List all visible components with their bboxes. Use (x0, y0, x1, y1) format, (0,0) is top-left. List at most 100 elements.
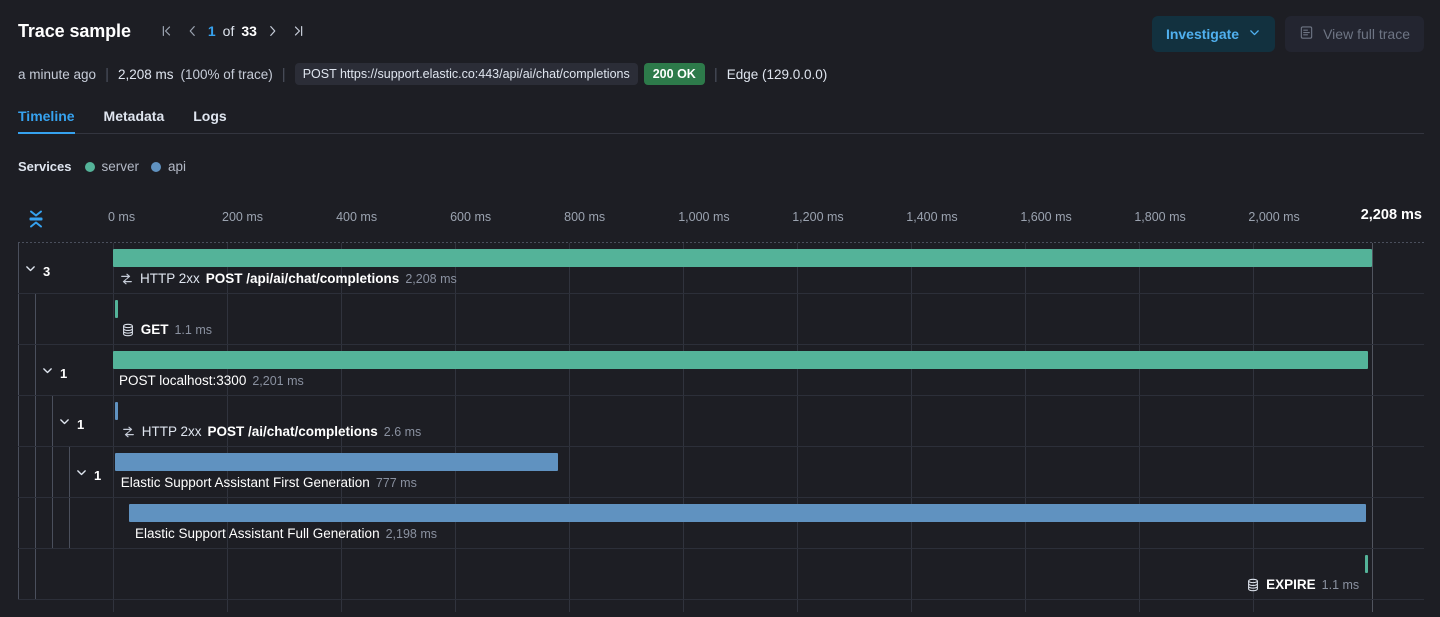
waterfall-chart: 3 HTTP 2xx POST /api/ai/chat/completions 2,… (18, 242, 1424, 612)
pagination: 1 of 33 (153, 18, 312, 44)
child-span-count: 1 (94, 468, 101, 483)
span-name: POST /api/ai/chat/completions (206, 271, 400, 286)
chevron-down-icon (24, 262, 37, 280)
ruler-tick-label: 0 ms (108, 210, 135, 224)
row-label: HTTP 2xxPOST /api/ai/chat/completions2,2… (119, 271, 457, 286)
row-label: HTTP 2xx POST /ai/chat/completions 2.6 ms (121, 424, 422, 439)
row-indent-line (35, 345, 36, 395)
waterfall-row[interactable]: EXPIRE 1.1 ms (18, 549, 1424, 600)
row-indent-line (35, 294, 36, 344)
child-span-count: 1 (60, 366, 67, 381)
span-duration: 1.1 ms (1322, 578, 1360, 592)
database-icon (1246, 578, 1260, 592)
span-duration: 2,198 ms (386, 527, 437, 541)
timeline-ruler: 0 ms200 ms400 ms600 ms800 ms1,000 ms1,20… (0, 200, 1440, 240)
span-duration-bar[interactable] (115, 402, 118, 420)
legend-label-server: server (102, 159, 140, 174)
row-expand-toggle[interactable]: 1 (58, 415, 84, 433)
span-kind: HTTP 2xx (140, 271, 200, 286)
span-name: GET (141, 322, 169, 337)
row-expand-toggle[interactable]: 1 (41, 364, 67, 382)
waterfall-row[interactable]: 3HTTP 2xxPOST /api/ai/chat/completions2,… (18, 243, 1424, 294)
ruler-tick-label: 400 ms (336, 210, 377, 224)
trace-percent-of-trace: (100% of trace) (181, 67, 273, 82)
row-indent-line (18, 243, 19, 293)
span-http-icon (121, 425, 136, 439)
waterfall-row[interactable]: 1 HTTP 2xx POST /ai/chat/completions 2.6 ms (18, 396, 1424, 447)
waterfall-row[interactable]: GET 1.1 ms (18, 294, 1424, 345)
span-name: Elastic Support Assistant Full Generatio… (135, 526, 380, 541)
tab-bar: Timeline Metadata Logs (0, 96, 1440, 134)
title-row: Trace sample 1 of 33 (18, 18, 312, 44)
row-indent-line (52, 447, 53, 497)
services-legend-label: Services (18, 159, 72, 174)
previous-page-button[interactable] (179, 18, 205, 44)
trace-sample-page: Trace sample 1 of 33 (0, 0, 1440, 617)
span-name: POST localhost:3300 (119, 373, 246, 388)
span-name: POST /ai/chat/completions (207, 424, 377, 439)
row-indent-line (69, 498, 70, 548)
span-duration: 2,201 ms (252, 374, 303, 388)
row-indent-line (18, 549, 19, 599)
ruler-tick-label: 1,400 ms (906, 210, 957, 224)
span-duration: 1.1 ms (174, 323, 212, 337)
row-indent-line (35, 549, 36, 599)
pagination-of-label: of (219, 23, 239, 39)
span-duration-bar[interactable] (115, 453, 558, 471)
chevron-down-icon (75, 466, 88, 484)
span-duration-bar[interactable] (115, 300, 118, 318)
chevron-down-icon (1248, 26, 1261, 42)
header: Trace sample 1 of 33 (0, 0, 1440, 96)
span-duration-bar[interactable] (113, 351, 1368, 369)
last-page-button[interactable] (286, 18, 312, 44)
chevron-down-icon (58, 415, 71, 433)
waterfall-row[interactable]: 1 Elastic Support Assistant First Generat… (18, 447, 1424, 498)
span-kind: HTTP 2xx (142, 424, 202, 439)
row-indent-line (69, 447, 70, 497)
waterfall-row[interactable]: 1 POST localhost:3300 2,201 ms (18, 345, 1424, 396)
trace-meta: a minute ago | 2,208 ms (100% of trace) … (18, 63, 827, 85)
tab-timeline[interactable]: Timeline (18, 108, 75, 134)
legend-dot-api (151, 162, 161, 172)
next-page-button[interactable] (260, 18, 286, 44)
ruler-tick-label: 600 ms (450, 210, 491, 224)
row-label: GET 1.1 ms (121, 322, 212, 337)
view-full-trace-button[interactable]: View full trace (1285, 16, 1424, 52)
tab-logs[interactable]: Logs (193, 108, 226, 134)
legend-item-server: server (85, 159, 140, 174)
ruler-tick-label: 1,800 ms (1134, 210, 1185, 224)
row-label: POST localhost:3300 2,201 ms (119, 373, 304, 388)
services-legend: Services server api (18, 159, 198, 174)
span-duration-bar[interactable] (113, 249, 1372, 267)
row-label: EXPIRE 1.1 ms (1246, 577, 1359, 592)
row-indent-line (35, 447, 36, 497)
legend-dot-server (85, 162, 95, 172)
row-label: Elastic Support Assistant First Generati… (121, 475, 417, 490)
row-indent-line (52, 396, 53, 446)
collapse-all-icon[interactable] (22, 205, 50, 233)
row-expand-toggle[interactable]: 1 (75, 466, 101, 484)
meta-divider-3: | (714, 66, 718, 83)
previous-page-icon (185, 24, 199, 38)
ruler-tick-label: 800 ms (564, 210, 605, 224)
view-full-trace-label: View full trace (1323, 26, 1410, 42)
span-duration-bar[interactable] (1365, 555, 1368, 573)
investigate-button[interactable]: Investigate (1152, 16, 1275, 52)
meta-divider: | (105, 66, 109, 83)
user-agent: Edge (129.0.0.0) (727, 67, 828, 82)
ruler-tick-label: 1,600 ms (1020, 210, 1071, 224)
span-duration-bar[interactable] (129, 504, 1366, 522)
span-name: EXPIRE (1266, 577, 1316, 592)
tab-metadata[interactable]: Metadata (104, 108, 165, 134)
legend-item-api: api (151, 159, 186, 174)
row-indent-line (52, 498, 53, 548)
span-duration: 2.6 ms (384, 425, 422, 439)
legend-label-api: api (168, 159, 186, 174)
first-page-icon (159, 24, 173, 38)
row-indent-line (18, 345, 19, 395)
first-page-button[interactable] (153, 18, 179, 44)
last-page-icon (292, 24, 306, 38)
row-expand-toggle[interactable]: 3 (24, 262, 50, 280)
waterfall-row[interactable]: Elastic Support Assistant Full Generatio… (18, 498, 1424, 549)
row-indent-line (35, 396, 36, 446)
